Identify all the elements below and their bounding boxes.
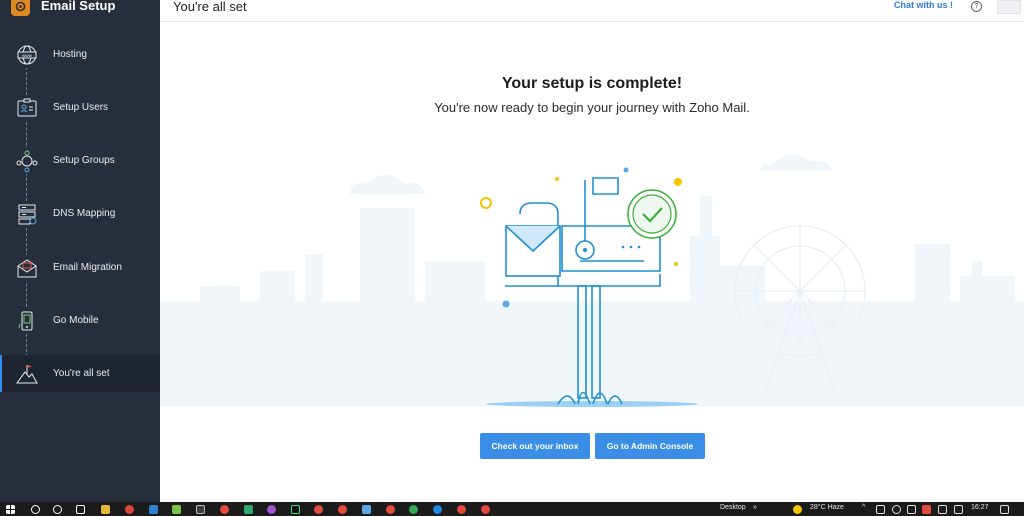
user-card-icon xyxy=(14,94,40,121)
weather-sun-icon xyxy=(793,505,802,514)
sidebar-item-hosting[interactable]: www Hosting xyxy=(0,36,160,73)
flag-mountain-icon xyxy=(14,360,40,387)
group-icon xyxy=(14,147,40,174)
chrome-icon[interactable] xyxy=(386,505,395,514)
chrome-icon[interactable] xyxy=(220,505,229,514)
tray-icon[interactable] xyxy=(876,505,885,514)
mailbox-illustration xyxy=(160,154,1024,407)
terminal-icon[interactable] xyxy=(196,505,205,514)
network-icon[interactable] xyxy=(938,505,947,514)
server-icon xyxy=(14,200,40,227)
weather-text[interactable]: 28°C Haze xyxy=(810,504,844,511)
sidebar-item-label: Email Migration xyxy=(53,262,122,273)
app-title: Email Setup xyxy=(41,0,116,13)
completion-subheading: You're now ready to begin your journey w… xyxy=(434,100,750,115)
search-icon[interactable] xyxy=(31,505,40,514)
mobile-icon xyxy=(14,307,40,334)
svg-text:www: www xyxy=(22,53,32,58)
sidebar-item-setup-groups[interactable]: Setup Groups xyxy=(0,142,160,179)
windows-taskbar: Desktop » 28°C Haze ^ 16:27 xyxy=(0,502,1024,516)
cortana-icon[interactable] xyxy=(53,505,62,514)
sidebar-item-youre-all-set[interactable]: You're all set xyxy=(0,355,160,392)
tray-icon[interactable] xyxy=(922,505,931,514)
page-title: You're all set xyxy=(173,0,247,14)
sidebar-item-label: Setup Users xyxy=(53,102,109,113)
desktop-toolbar-label[interactable]: Desktop xyxy=(720,504,746,511)
admin-console-button[interactable]: Go to Admin Console xyxy=(595,433,705,459)
android-icon[interactable] xyxy=(172,505,181,514)
completion-heading: Your setup is complete! xyxy=(501,75,683,92)
sidebar-item-go-mobile[interactable]: Go Mobile xyxy=(0,302,160,339)
chrome-icon[interactable] xyxy=(457,505,466,514)
main-content: Your setup is complete! You're now ready… xyxy=(160,23,1024,502)
pycharm-icon[interactable] xyxy=(291,505,300,514)
chevron-right-icon[interactable]: » xyxy=(753,504,757,511)
envelope-icon xyxy=(14,254,40,281)
tray-chevron-up-icon[interactable]: ^ xyxy=(862,504,865,511)
app-window: Email Setup www Hosting Setup Users Setu… xyxy=(0,0,1024,516)
sidebar-item-email-migration[interactable]: Email Migration xyxy=(0,249,160,286)
notification-icon[interactable] xyxy=(1000,505,1009,514)
chrome-icon[interactable] xyxy=(481,505,490,514)
app-icon[interactable] xyxy=(267,505,276,514)
sidebar-item-label: Go Mobile xyxy=(53,315,99,326)
gear-envelope-icon xyxy=(11,0,30,16)
chrome-icon[interactable] xyxy=(125,505,134,514)
windows-start-icon[interactable] xyxy=(6,505,15,514)
edge-icon[interactable] xyxy=(433,505,442,514)
tray-icon[interactable] xyxy=(892,505,901,514)
task-view-icon[interactable] xyxy=(76,505,85,514)
www-globe-icon: www xyxy=(14,41,40,68)
volume-icon[interactable] xyxy=(907,505,916,514)
brand: Email Setup xyxy=(0,0,160,18)
chrome-icon[interactable] xyxy=(338,505,347,514)
sidebar-item-label: Hosting xyxy=(53,49,87,60)
vscode-icon[interactable] xyxy=(149,505,158,514)
sidebar-item-label: DNS Mapping xyxy=(53,208,116,219)
clock[interactable]: 16:27 xyxy=(971,504,989,511)
sidebar-item-setup-users[interactable]: Setup Users xyxy=(0,89,160,126)
help-icon[interactable]: ? xyxy=(971,1,982,12)
tray-icon[interactable] xyxy=(954,505,963,514)
sidebar-item-label: You're all set xyxy=(53,368,110,379)
app-icon[interactable] xyxy=(244,505,253,514)
chat-with-us-link[interactable]: Chat with us ! xyxy=(894,0,953,10)
app-icon[interactable] xyxy=(362,505,371,514)
top-header: You're all set Chat with us ! ? xyxy=(160,0,1024,22)
check-inbox-button[interactable]: Check out your inbox xyxy=(480,433,590,459)
sidebar-item-label: Setup Groups xyxy=(53,155,115,166)
chrome-icon[interactable] xyxy=(409,505,418,514)
chrome-icon[interactable] xyxy=(314,505,323,514)
sidebar: Email Setup www Hosting Setup Users Setu… xyxy=(0,0,160,502)
sidebar-item-dns-mapping[interactable]: DNS Mapping xyxy=(0,195,160,232)
avatar[interactable] xyxy=(997,0,1021,14)
file-explorer-icon[interactable] xyxy=(101,505,110,514)
